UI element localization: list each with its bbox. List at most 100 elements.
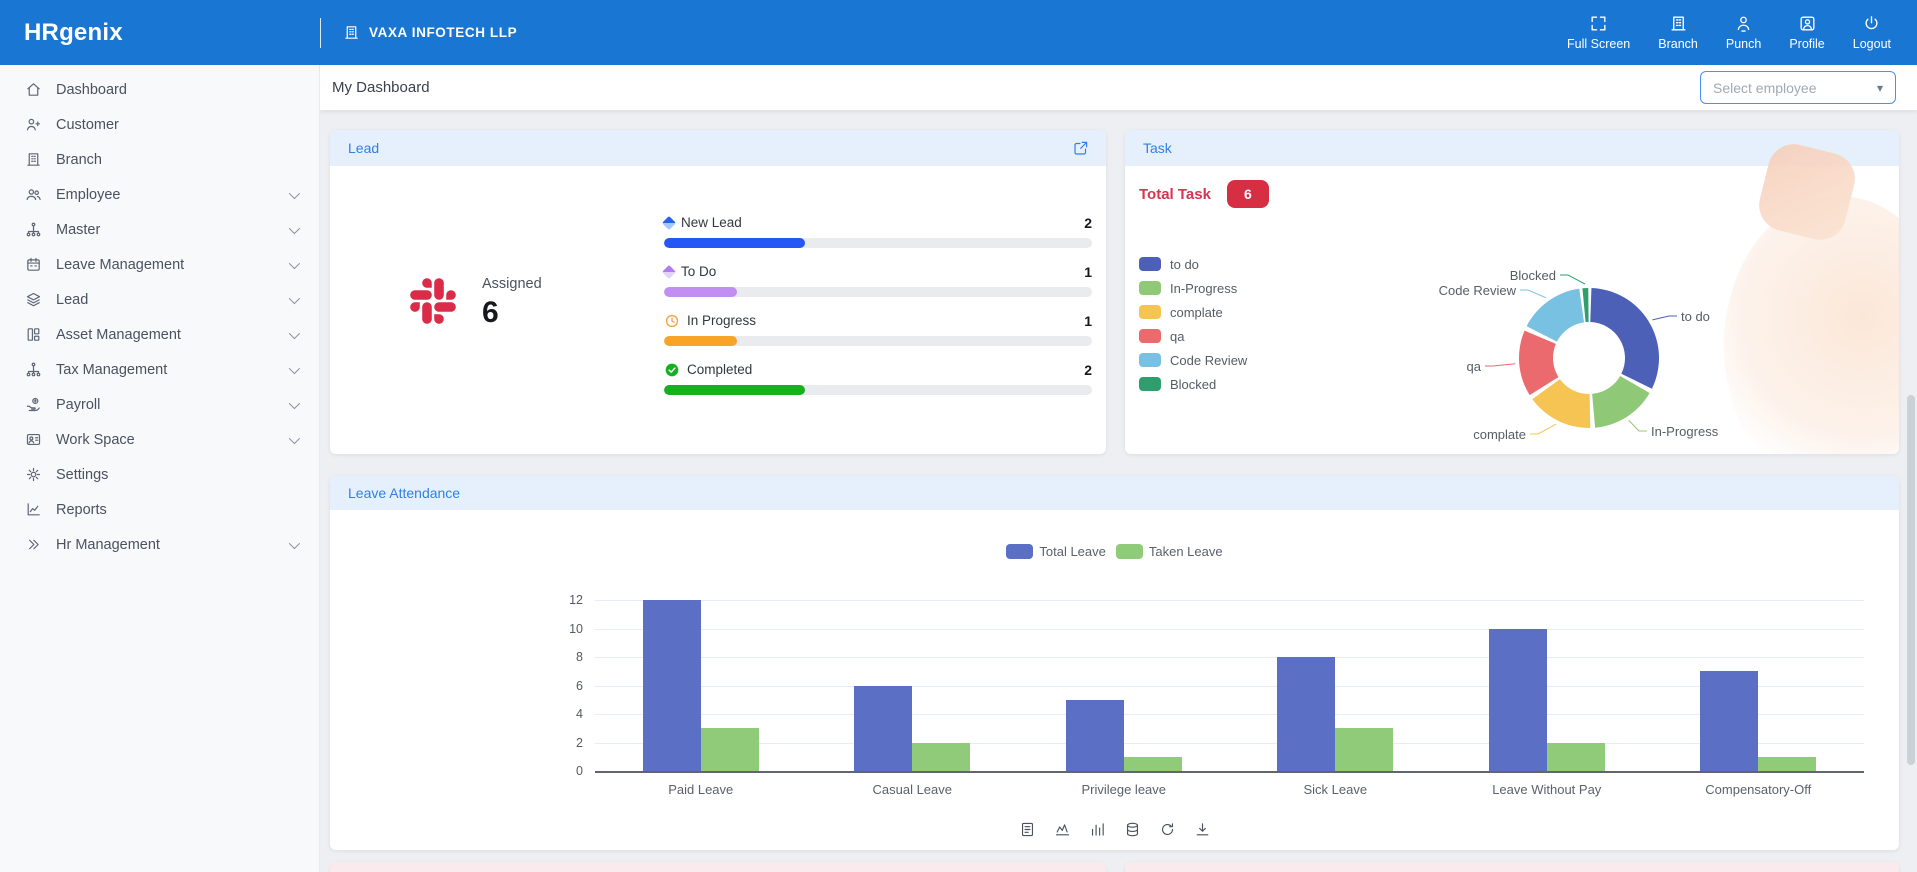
sidebar-item-hr-management[interactable]: Hr Management (0, 527, 319, 562)
topbar-action-logout[interactable]: Logout (1853, 14, 1891, 51)
lead-status-label: In Progress (687, 313, 756, 328)
bar-taken-leave-privilege-leave[interactable] (1124, 757, 1182, 771)
bar-total-leave-paid-leave[interactable] (643, 600, 701, 771)
sidebar-item-master[interactable]: Master (0, 212, 319, 247)
scrollbar[interactable] (1904, 65, 1917, 872)
sitemap-icon (25, 221, 42, 238)
bar-taken-leave-compensatory-off[interactable] (1758, 757, 1816, 771)
database-icon[interactable] (1122, 819, 1143, 840)
sidebar-item-employee[interactable]: Employee (0, 177, 319, 212)
company-label: VAXA INFOTECH LLP (369, 25, 517, 40)
leave-card-header: Leave Attendance (330, 476, 1899, 510)
sidebar-item-label: Branch (56, 152, 102, 168)
bar-total-leave-leave-without-pay[interactable] (1489, 629, 1547, 772)
employee-select[interactable]: Select employee ▾ (1700, 71, 1896, 104)
lead-row-completed: Completed2 (664, 359, 1092, 395)
activity-icon[interactable] (1052, 819, 1073, 840)
refresh-icon[interactable] (1157, 819, 1178, 840)
sidebar-item-tax-management[interactable]: Tax Management (0, 352, 319, 387)
sidebar-item-settings[interactable]: Settings (0, 457, 319, 492)
sidebar-item-lead[interactable]: Lead (0, 282, 319, 317)
sidebar-item-customer[interactable]: Customer (0, 107, 319, 142)
chevron-down-icon (289, 187, 300, 198)
donut-label-qa: qa (1467, 359, 1482, 374)
list-icon (1019, 821, 1036, 838)
topbar-action-branch[interactable]: Branch (1658, 14, 1698, 51)
sidebar-item-payroll[interactable]: Payroll (0, 387, 319, 422)
donut-slice-to-do[interactable] (1590, 288, 1659, 389)
assigned-summary: Assigned 6 (410, 276, 542, 330)
scrollbar-thumb[interactable] (1907, 395, 1915, 765)
y-axis-tick: 2 (535, 736, 583, 750)
legend-item-taken-leave[interactable]: Taken Leave (1116, 544, 1223, 559)
bar-taken-leave-paid-leave[interactable] (701, 728, 759, 771)
list-icon[interactable] (1017, 819, 1038, 840)
topbar-action-label: Full Screen (1567, 37, 1630, 51)
bar-total-leave-sick-leave[interactable] (1277, 657, 1335, 771)
chevron-down-icon (289, 257, 300, 268)
sidebar-item-asset-management[interactable]: Asset Management (0, 317, 319, 352)
external-link-icon[interactable] (1072, 139, 1090, 157)
topbar-action-punch[interactable]: Punch (1726, 14, 1761, 51)
external-link-icon (1072, 139, 1090, 157)
legend-item-total-leave[interactable]: Total Leave (1006, 544, 1106, 559)
x-axis-label: Casual Leave (807, 782, 1019, 797)
lead-row-new-lead: New Lead2 (664, 212, 1092, 248)
building-icon (1669, 14, 1688, 33)
topbar-action-label: Logout (1853, 37, 1891, 51)
sidebar-item-work-space[interactable]: Work Space (0, 422, 319, 457)
sidebar-item-label: Asset Management (56, 327, 181, 343)
slack-icon (410, 278, 456, 329)
progress-bar (664, 287, 1092, 297)
y-axis-tick: 12 (535, 593, 583, 607)
page-header: My Dashboard Select employee ▾ (320, 65, 1917, 110)
donut-slice-in-progress[interactable] (1592, 376, 1649, 428)
donut-label-complate: complate (1473, 427, 1526, 442)
sidebar-item-label: Lead (56, 292, 88, 308)
bar-total-leave-casual-leave[interactable] (854, 686, 912, 772)
y-axis-tick: 4 (535, 707, 583, 721)
lead-status-label: New Lead (681, 215, 742, 230)
building-icon (343, 24, 360, 41)
payroll-icon (25, 396, 42, 413)
gear-icon (25, 466, 42, 483)
download-icon[interactable] (1192, 819, 1213, 840)
person-pin-icon (1734, 14, 1753, 33)
bar-chart-icon (1089, 821, 1106, 838)
bar-total-leave-privilege-leave[interactable] (1066, 700, 1124, 771)
bar-total-leave-compensatory-off[interactable] (1700, 671, 1758, 771)
chevron-down-icon (289, 292, 300, 303)
sidebar-item-reports[interactable]: Reports (0, 492, 319, 527)
refresh-icon (1159, 821, 1176, 838)
donut-slice-blocked[interactable] (1582, 288, 1588, 322)
download-icon (1194, 821, 1211, 838)
sidebar-item-label: Tax Management (56, 362, 167, 378)
home-icon (25, 81, 42, 98)
sidebar-item-label: Hr Management (56, 537, 160, 553)
building-icon (343, 24, 360, 41)
page-title: My Dashboard (332, 79, 430, 96)
topbar-action-label: Profile (1789, 37, 1824, 51)
legend-label: Total Leave (1039, 544, 1106, 559)
sidebar-item-branch[interactable]: Branch (0, 142, 319, 177)
assigned-label: Assigned (482, 276, 542, 292)
bar-taken-leave-sick-leave[interactable] (1335, 728, 1393, 771)
topbar-action-full-screen[interactable]: Full Screen (1567, 14, 1630, 51)
chevron-down-icon (289, 222, 300, 233)
workspace-icon (25, 431, 42, 448)
lead-row-in-progress: In Progress 1 (664, 310, 1092, 346)
y-axis-tick: 0 (535, 764, 583, 778)
sidebar-item-label: Work Space (56, 432, 135, 448)
app-logo[interactable]: HRgenix (0, 19, 320, 47)
sidebar-item-dashboard[interactable]: Dashboard (0, 72, 319, 107)
bar-chart-icon[interactable] (1087, 819, 1108, 840)
donut-label-in-progress: In-Progress (1651, 424, 1719, 439)
bar-taken-leave-casual-leave[interactable] (912, 743, 970, 772)
lead-status-value: 1 (1084, 313, 1092, 329)
employee-select-placeholder: Select employee (1713, 80, 1817, 96)
topbar-action-profile[interactable]: Profile (1789, 14, 1824, 51)
bar-taken-leave-leave-without-pay[interactable] (1547, 743, 1605, 772)
donut-slice-code-review[interactable] (1527, 289, 1584, 342)
sidebar-item-leave-management[interactable]: Leave Management (0, 247, 319, 282)
profile-icon (1798, 14, 1817, 33)
